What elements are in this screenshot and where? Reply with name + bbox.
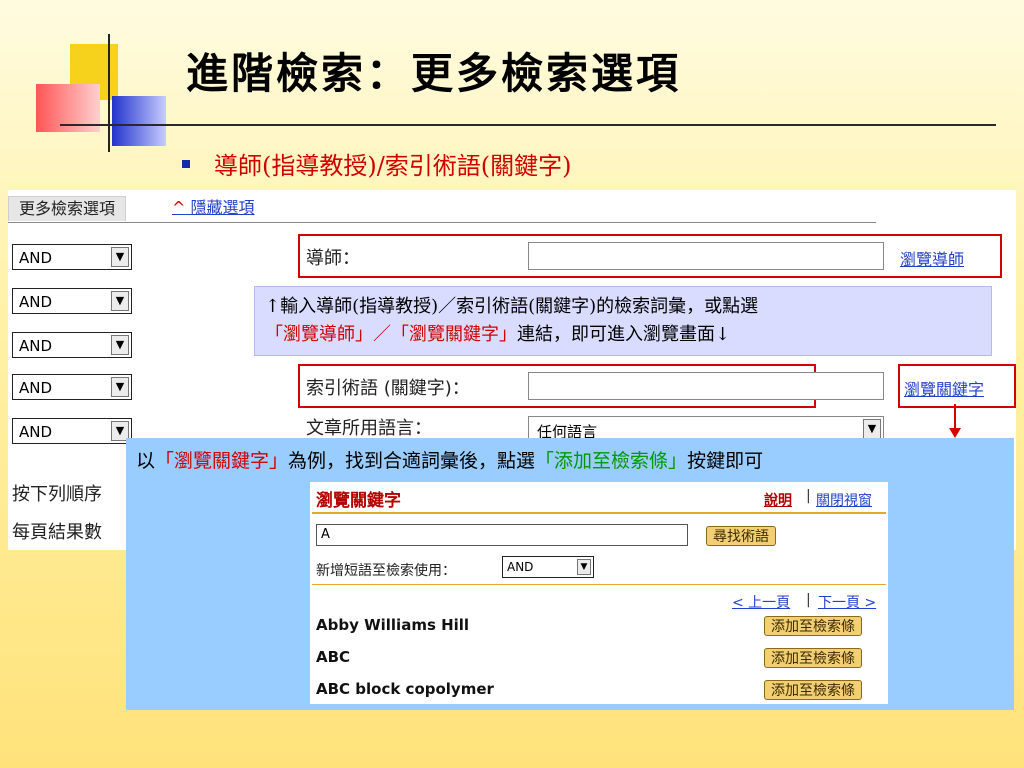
caption-prefix: 以: [136, 450, 156, 472]
browse-advisor-link[interactable]: 瀏覽導師: [900, 246, 964, 270]
popup-operator-select[interactable]: AND ▼: [502, 556, 594, 578]
term-label: ABC: [316, 648, 351, 666]
operator-select-3[interactable]: AND ▼: [12, 332, 132, 358]
operator-select-2[interactable]: AND ▼: [12, 288, 132, 314]
chevron-down-icon: ▼: [111, 377, 129, 397]
operator-select-5[interactable]: AND ▼: [12, 418, 132, 444]
bullet-icon: [182, 160, 190, 168]
title-divider: [60, 124, 996, 126]
chevron-down-icon: ▼: [111, 291, 129, 311]
term-search-value: A: [321, 527, 330, 542]
advisor-label: 導師：: [306, 248, 360, 269]
browse-keyword-popup: [310, 482, 888, 704]
sort-label: 按下列順序: [12, 484, 102, 505]
caption-middle: 為例，找到合適詞彙後，點選: [288, 450, 536, 472]
logo-blue-square: [112, 96, 166, 146]
term-search-input[interactable]: A: [316, 524, 688, 546]
operator-value: AND: [19, 337, 53, 355]
hide-options-label: 隱藏選項: [190, 198, 255, 217]
operator-value: AND: [19, 293, 53, 311]
term-label: ABC block copolymer: [316, 680, 494, 698]
caption-suffix: 按鍵即可: [687, 450, 764, 472]
tab-underline: [8, 222, 876, 223]
popup-title: 瀏覽關鍵字: [316, 491, 401, 511]
callout-line-2-rest: 連結，即可進入瀏覽畫面↓: [517, 324, 731, 345]
operator-select-4[interactable]: AND ▼: [12, 374, 132, 400]
caption-highlight-2: 「添加至檢索條」: [535, 450, 688, 472]
tab-more-options[interactable]: 更多檢索選項: [8, 196, 127, 221]
arrow-down-icon: [949, 428, 961, 438]
add-to-search-button[interactable]: 添加至檢索條: [764, 648, 862, 668]
find-term-button[interactable]: 尋找術語: [706, 526, 776, 546]
callout-red-text: 「瀏覽導師」／「瀏覽關鍵字」: [265, 324, 517, 345]
advisor-input[interactable]: [528, 242, 884, 270]
red-arrow-line: [954, 404, 956, 430]
operator-select-1[interactable]: AND ▼: [12, 244, 132, 270]
chevron-down-icon: ▼: [111, 335, 129, 355]
callout-line-2: 「瀏覽導師」／「瀏覽關鍵字」連結，即可進入瀏覽畫面↓: [265, 321, 981, 349]
add-to-search-button[interactable]: 添加至檢索條: [764, 616, 862, 636]
hide-options-link[interactable]: ^ 隱藏選項: [172, 196, 255, 220]
keyword-label: 索引術語 (關鍵字)：: [306, 378, 470, 399]
caption-highlight-1: 「瀏覽關鍵字」: [155, 450, 289, 472]
add-to-search-button[interactable]: 添加至檢索條: [764, 680, 862, 700]
logo-vertical-line: [108, 34, 110, 152]
browse-keyword-link[interactable]: 瀏覽關鍵字: [904, 376, 984, 400]
browse-example-caption: 以「瀏覽關鍵字」為例，找到合適詞彙後，點選「添加至檢索條」按鍵即可: [136, 446, 763, 473]
prev-page-link[interactable]: < 上一頁: [732, 592, 790, 612]
close-window-link[interactable]: 關閉視窗: [816, 490, 872, 510]
pager-separator: |: [806, 592, 811, 608]
popup-divider: [312, 512, 886, 514]
caret-up-icon: ^: [172, 198, 186, 217]
chevron-down-icon: ▼: [863, 419, 881, 439]
next-page-link[interactable]: 下一頁 >: [818, 592, 876, 612]
operator-value: AND: [19, 249, 53, 267]
popup-operator-value: AND: [507, 560, 534, 574]
instruction-callout: ↑輸入導師(指導教授)／索引術語(關鍵字)的檢索詞彙，或點選 「瀏覽導師」／「瀏…: [254, 286, 992, 356]
callout-line-1: ↑輸入導師(指導教授)／索引術語(關鍵字)的檢索詞彙，或點選: [265, 296, 759, 317]
language-label: 文章所用語言：: [306, 418, 432, 439]
popup-divider-2: [312, 584, 886, 585]
operator-value: AND: [19, 379, 53, 397]
keyword-input[interactable]: [528, 372, 884, 400]
bullet-text: 導師(指導教授)/索引術語(關鍵字): [214, 152, 572, 180]
link-separator: |: [806, 488, 811, 504]
term-label: Abby Williams Hill: [316, 616, 470, 634]
chevron-down-icon: ▼: [577, 559, 591, 575]
operator-value: AND: [19, 423, 53, 441]
per-page-label: 每頁結果數: [12, 522, 102, 543]
add-phrase-label: 新增短語至檢索使用：: [316, 563, 456, 579]
help-link[interactable]: 說明: [764, 490, 792, 510]
slide-title: 進階檢索：更多檢索選項: [186, 49, 682, 98]
chevron-down-icon: ▼: [111, 247, 129, 267]
